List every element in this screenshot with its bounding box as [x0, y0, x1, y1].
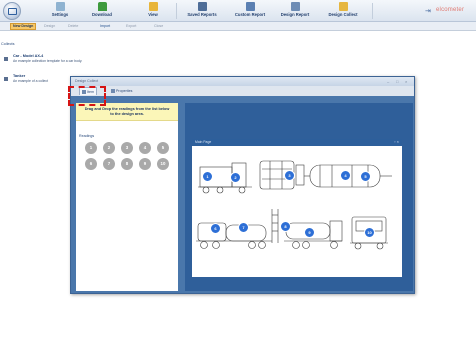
custom-report-button[interactable]: Custom Report: [228, 1, 272, 21]
saved-reports-button[interactable]: Saved Reports: [182, 1, 222, 21]
collect-title: Tanker: [13, 74, 26, 78]
tab-properties[interactable]: Properties: [109, 87, 134, 95]
custom-report-icon: [245, 2, 255, 11]
design-collect-icon: [338, 2, 348, 11]
settings-icon: [55, 2, 65, 11]
reading-marker[interactable]: 8: [280, 221, 291, 232]
dialog-title: Design Collect: [75, 79, 99, 83]
collect-description: An example of a collect: [13, 79, 49, 83]
collapse-toolbar-icon[interactable]: ⇥: [425, 7, 431, 15]
reading-marker[interactable]: 5: [360, 171, 371, 182]
folder-view-icon: [148, 2, 158, 11]
vehicle-drawing: [196, 160, 392, 250]
reading-button[interactable]: 9: [139, 158, 151, 170]
reading-button[interactable]: 7: [103, 158, 115, 170]
main-page-frame: Main Page ▫ × 1 2 3 4 5 6 7 8 9 10: [192, 139, 402, 277]
dialog-tab-strip: Item Properties: [71, 86, 414, 96]
reading-marker[interactable]: 1: [202, 171, 213, 182]
export-button[interactable]: Export: [126, 23, 136, 30]
dialog-title-bar[interactable]: Design Collect – □ ×: [71, 77, 414, 86]
design-collect-label: Design Collect: [328, 12, 358, 17]
tab-properties-label: Properties: [116, 89, 133, 93]
collect-document-icon: [4, 77, 8, 81]
reading-marker[interactable]: 7: [238, 222, 249, 233]
design-button[interactable]: Design: [44, 23, 55, 30]
delete-button[interactable]: Delete: [68, 23, 78, 30]
close-icon[interactable]: ×: [405, 79, 407, 84]
settings-button[interactable]: Settings: [46, 1, 74, 21]
reading-marker[interactable]: 2: [230, 172, 241, 183]
reading-button[interactable]: 4: [139, 142, 151, 154]
reading-button[interactable]: 8: [121, 158, 133, 170]
tab-item-label: Item: [87, 90, 94, 94]
design-report-label: Design Report: [280, 12, 310, 17]
design-action-bar: New Design Design Delete Import Export C…: [0, 22, 476, 31]
collect-title: Car - Model AX-4: [13, 54, 44, 58]
collect-description: An example collection template for a car…: [13, 59, 83, 63]
view-button[interactable]: View: [138, 1, 168, 21]
view-label: View: [148, 12, 158, 17]
reading-button[interactable]: 1: [85, 142, 97, 154]
design-report-button[interactable]: Design Report: [274, 1, 316, 21]
reading-button[interactable]: 5: [157, 142, 169, 154]
saved-reports-icon: [197, 2, 207, 11]
toolbar-divider: [176, 3, 177, 19]
reading-button[interactable]: 3: [121, 142, 133, 154]
app-menu-icon: [8, 8, 17, 15]
readings-label: Readings: [79, 134, 95, 138]
list-item[interactable]: Car - Model AX-4 An example collection t…: [4, 54, 144, 66]
maximize-icon[interactable]: □: [396, 79, 398, 84]
minimize-icon[interactable]: –: [387, 79, 389, 84]
reading-button[interactable]: 2: [103, 142, 115, 154]
custom-report-label: Custom Report: [234, 12, 266, 17]
collects-header: Collects: [1, 42, 15, 46]
tab-item[interactable]: Item: [79, 87, 97, 95]
item-tab-icon: [82, 89, 86, 94]
brand-logo: elcometer: [436, 7, 465, 13]
design-canvas[interactable]: Main Page ▫ × 1 2 3 4 5 6 7 8 9 10: [185, 103, 413, 291]
readings-panel: Drag and Drop the readings from the list…: [76, 103, 178, 291]
properties-tab-icon: [111, 88, 115, 93]
design-collect-button[interactable]: Design Collect: [320, 1, 366, 21]
download-label: Download: [91, 12, 112, 17]
settings-label: Settings: [51, 12, 69, 17]
reading-button[interactable]: 6: [85, 158, 97, 170]
new-design-button[interactable]: New Design: [10, 23, 37, 30]
download-arrow-icon: [97, 2, 107, 11]
reading-marker[interactable]: 9: [304, 227, 315, 238]
import-button[interactable]: Import: [100, 23, 110, 30]
main-toolbar: Settings Download View Saved Reports Cus…: [0, 0, 476, 22]
reading-button[interactable]: 10: [157, 158, 169, 170]
reading-marker[interactable]: 6: [210, 223, 221, 234]
toolbar-divider: [372, 3, 373, 19]
download-button[interactable]: Download: [82, 1, 122, 21]
design-report-icon: [290, 2, 300, 11]
drag-drop-instruction: Drag and Drop the readings from the list…: [76, 103, 178, 121]
close-button[interactable]: Close: [154, 23, 163, 30]
design-collect-dialog: Design Collect – □ × Item Properties Dra…: [70, 76, 415, 294]
reading-marker[interactable]: 10: [364, 227, 375, 238]
reading-marker[interactable]: 3: [284, 170, 295, 181]
app-menu-button[interactable]: [3, 2, 21, 20]
reading-marker[interactable]: 4: [340, 170, 351, 181]
collect-document-icon: [4, 57, 8, 61]
saved-reports-label: Saved Reports: [187, 12, 217, 17]
